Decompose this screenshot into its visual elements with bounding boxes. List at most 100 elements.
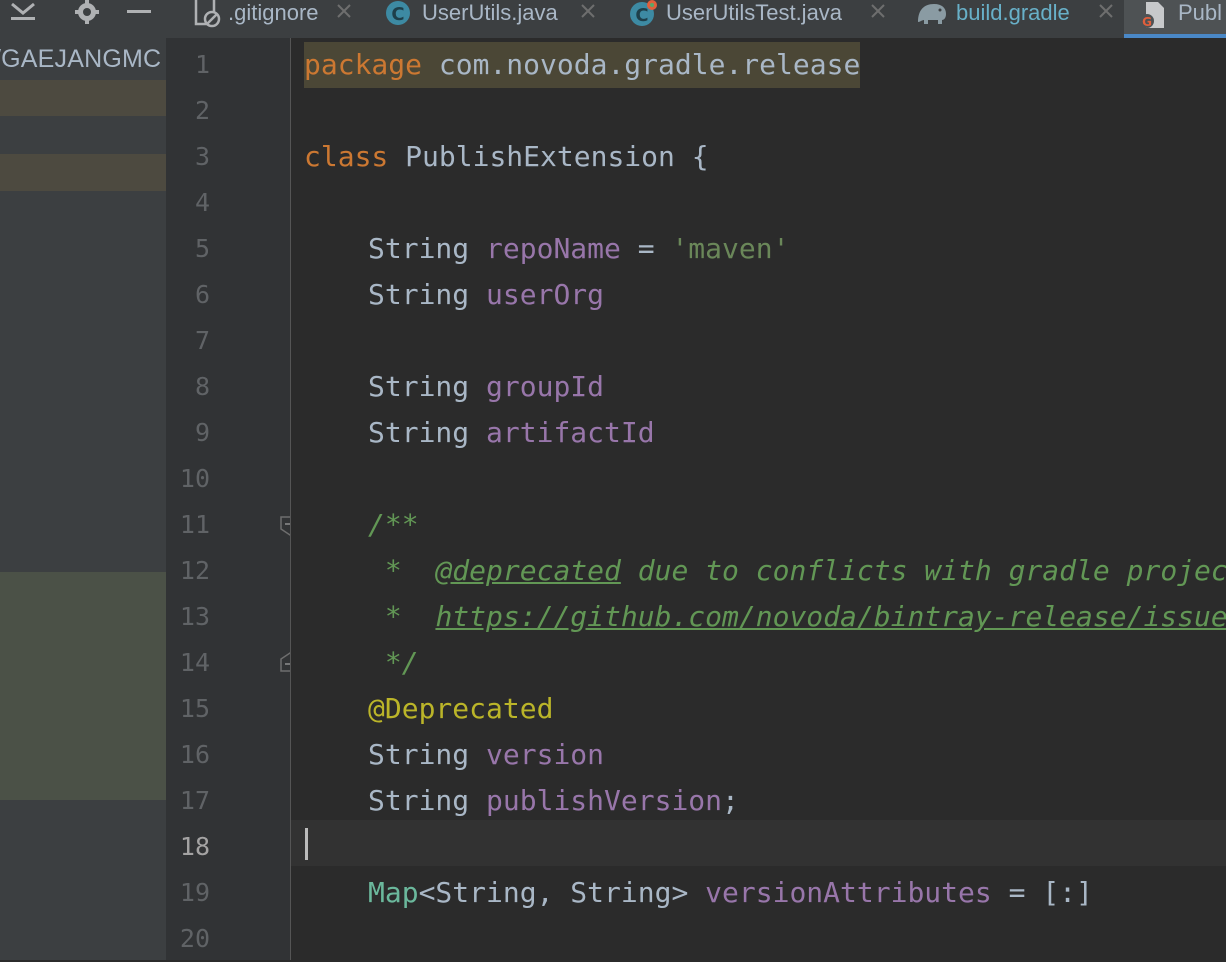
code-line-field: String groupId (368, 364, 604, 410)
collapse-all-icon[interactable] (8, 0, 38, 26)
type-name: String (368, 232, 470, 265)
line-number: 10 (179, 464, 210, 493)
tab-publish-extension[interactable]: G Publ (1124, 0, 1226, 38)
code-line-field: String publishVersion; (368, 778, 739, 824)
line-number: 20 (179, 924, 210, 953)
groovy-file-icon: G (1138, 0, 1168, 35)
tab-label: UserUtils.java (422, 0, 558, 25)
java-class-icon: C (384, 0, 412, 33)
close-icon[interactable] (336, 3, 352, 19)
code-line-field: String userOrg (368, 272, 604, 318)
doc-comment-open: /** (368, 508, 419, 541)
line-number: 16 (179, 740, 210, 769)
current-line-highlight (291, 820, 1226, 866)
svg-text:C: C (391, 4, 404, 25)
project-tree-row[interactable] (0, 154, 166, 191)
code-line-class: class PublishExtension { (304, 134, 709, 180)
project-tree-selection[interactable] (0, 572, 166, 800)
gear-icon[interactable] (72, 0, 102, 26)
type-name: String (368, 784, 470, 817)
tab-gitignore[interactable]: .gitignore (182, 0, 372, 38)
package-name: com.novoda.gradle.release (422, 48, 861, 81)
code-line-field: Map<String, String> versionAttributes = … (368, 870, 1093, 916)
javadoc-tag: @deprecated (435, 554, 621, 587)
doc-comment-prefix: * (368, 600, 436, 633)
project-panel: /GAEJANGMC (0, 0, 166, 960)
generic-params: <String, String> (418, 876, 706, 909)
code-line-field: String artifactId (368, 410, 655, 456)
type-name: String (368, 278, 470, 311)
svg-text:C: C (635, 5, 648, 26)
code-line-package: package com.novoda.gradle.release (304, 42, 861, 88)
project-tree-row[interactable] (0, 80, 166, 116)
minimize-icon[interactable] (124, 0, 154, 26)
line-number: 2 (194, 96, 210, 125)
keyword: class (304, 140, 389, 173)
code-editor[interactable]: package com.novoda.gradle.release class … (291, 38, 1226, 960)
type-name: String (368, 738, 470, 771)
line-number: 9 (194, 418, 210, 447)
field-name: artifactId (486, 416, 655, 449)
field-name: groupId (486, 370, 605, 403)
class-declaration: PublishExtension { (388, 140, 709, 173)
line-number: 17 (179, 786, 210, 815)
line-number: 7 (194, 326, 210, 355)
code-line-field: String repoName = 'maven' (368, 226, 789, 272)
gradle-elephant-icon (914, 0, 950, 33)
annotation: @Deprecated (368, 692, 554, 725)
close-icon[interactable] (870, 3, 886, 19)
field-name: publishVersion (486, 784, 723, 817)
code-line-annotation: @Deprecated (368, 686, 553, 732)
tab-label: UserUtilsTest.java (666, 0, 843, 25)
java-test-class-icon: C (628, 0, 658, 33)
line-number-gutter[interactable]: 1 2 3 4 5 6 7 8 9 10 11 12 13 14 15 16 1… (166, 38, 300, 960)
line-number: 3 (194, 142, 210, 171)
doc-comment-prefix: * (368, 554, 436, 587)
line-number: 13 (179, 602, 210, 631)
type-name: Map (368, 876, 419, 909)
tab-userutilstest-java[interactable]: C UserUtilsTest.java (622, 0, 886, 38)
line-number: 1 (194, 50, 210, 79)
field-name: repoName (486, 232, 621, 265)
line-number: 15 (179, 694, 210, 723)
doc-comment-link[interactable]: https://github.com/novoda/bintray-releas… (435, 600, 1226, 633)
code-line-comment: * https://github.com/novoda/bintray-rele… (368, 594, 1226, 640)
doc-comment-close: */ (368, 646, 419, 679)
field-name: version (486, 738, 605, 771)
line-number: 14 (179, 648, 210, 677)
map-literal: [:] (1042, 876, 1093, 909)
semicolon: ; (722, 784, 739, 817)
code-line-comment: /** (368, 502, 419, 548)
field-name: userOrg (486, 278, 605, 311)
code-line-comment: */ (368, 640, 419, 686)
doc-comment-text: due to conflicts with gradle project.v (620, 554, 1226, 587)
text-caret (305, 828, 308, 860)
type-name: String (368, 416, 470, 449)
tab-label: Publ (1178, 0, 1223, 25)
line-number: 8 (194, 372, 210, 401)
tab-label: .gitignore (228, 0, 319, 25)
line-number: 5 (194, 234, 210, 263)
tab-userutils-java[interactable]: C UserUtils.java (378, 0, 614, 38)
line-number: 4 (194, 188, 210, 217)
type-name: String (368, 370, 470, 403)
operator: = (991, 876, 1043, 909)
line-number: 12 (179, 556, 210, 585)
line-number-current: 18 (179, 832, 210, 861)
close-icon[interactable] (1098, 3, 1114, 19)
code-line-field: String version (368, 732, 604, 778)
close-icon[interactable] (580, 3, 596, 19)
operator: = (620, 232, 672, 265)
string-literal: 'maven' (671, 232, 790, 265)
line-number: 6 (194, 280, 210, 309)
tab-build-gradle[interactable]: build.gradle (912, 0, 1116, 38)
tab-label: build.gradle (956, 0, 1070, 25)
project-panel-toolbar (0, 0, 166, 38)
gitignore-file-icon (190, 0, 224, 33)
field-name: versionAttributes (705, 876, 992, 909)
keyword: package (304, 48, 423, 81)
project-path-label[interactable]: /GAEJANGMC (0, 40, 161, 78)
code-line-comment: * @deprecated due to conflicts with grad… (368, 548, 1226, 594)
svg-text:G: G (1142, 15, 1152, 29)
line-number: 19 (179, 878, 210, 907)
